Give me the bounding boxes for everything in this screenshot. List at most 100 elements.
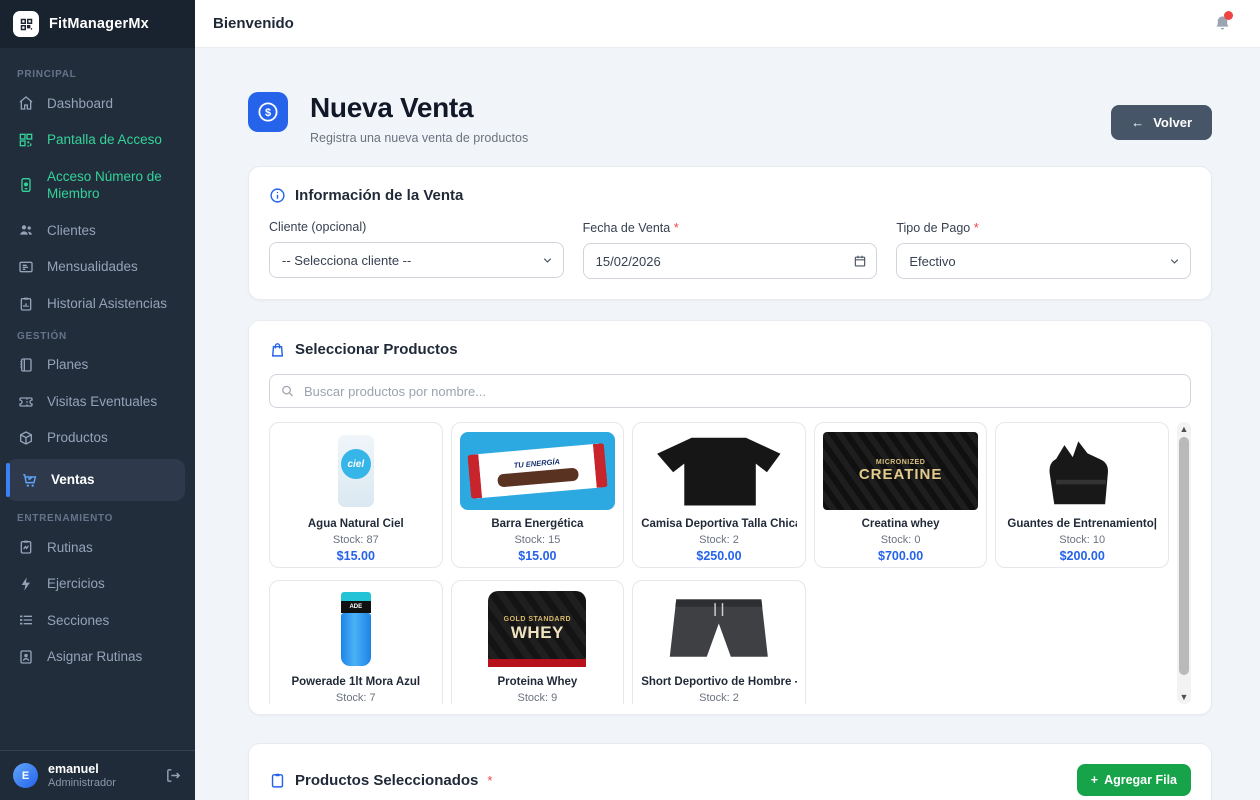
search-input[interactable] <box>269 374 1191 408</box>
product-stock: Stock: 9 <box>460 692 616 704</box>
sidebar-item-planes[interactable]: Planes <box>0 347 195 384</box>
clipboard-chart-icon <box>17 296 34 312</box>
sale-info-card: Información de la Venta Cliente (opciona… <box>248 166 1212 300</box>
plus-icon: + <box>1091 773 1098 787</box>
sidebar-item-label: Visitas Eventuales <box>47 393 157 411</box>
info-icon <box>269 187 286 204</box>
back-button[interactable]: ← Volver <box>1111 105 1212 140</box>
product-stock: Stock: 2 <box>641 692 797 704</box>
product-card-barra-energetica[interactable]: TU ENERGÍA Barra Energética Stock: 15 $1… <box>451 422 625 568</box>
sidebar-item-visitas-eventuales[interactable]: Visitas Eventuales <box>0 383 195 420</box>
sidebar-item-pantalla-de-acceso[interactable]: Pantalla de Acceso <box>0 122 195 159</box>
topbar: Bienvenido <box>195 0 1260 48</box>
sidebar-item-label: Clientes <box>47 222 96 240</box>
product-card-guantes-entrenamiento[interactable]: Guantes de Entrenamiento| Stock: 10 $200… <box>995 422 1169 568</box>
client-label: Cliente (opcional) <box>269 220 564 234</box>
cart-icon <box>21 472 38 489</box>
scrollbar-up-arrow[interactable]: ▲ <box>1177 422 1191 436</box>
products-grid: ciel Agua Natural Ciel Stock: 87 $15.00 … <box>269 422 1169 704</box>
product-stock: Stock: 0 <box>823 534 979 546</box>
product-name: Camisa Deportiva Talla Chica Homb... <box>641 518 797 530</box>
user-meta: emanuel Administrador <box>48 762 116 789</box>
product-image: ciel <box>278 432 434 510</box>
product-card-agua-natural-ciel[interactable]: ciel Agua Natural Ciel Stock: 87 $15.00 <box>269 422 443 568</box>
person-badge-icon <box>17 649 34 665</box>
product-stock: Stock: 87 <box>278 534 434 546</box>
page-header: $ Nueva Venta Registra una nueva venta d… <box>248 92 1212 145</box>
product-image: TU ENERGÍA <box>460 432 616 510</box>
member-device-icon <box>17 177 34 193</box>
product-price: $200.00 <box>1004 549 1160 563</box>
sidebar-item-asignar-rutinas[interactable]: Asignar Rutinas <box>0 639 195 676</box>
page-subtitle: Registra una nueva venta de productos <box>310 131 528 145</box>
sale-info-header: Información de la Venta <box>269 187 1191 204</box>
selected-products-header: Productos Seleccionados * + Agregar Fila <box>269 764 1191 796</box>
user-name: emanuel <box>48 762 116 776</box>
sidebar-item-historial-asistencias[interactable]: Historial Asistencias <box>0 285 195 322</box>
user-role: Administrador <box>48 777 116 789</box>
scrollbar-down-arrow[interactable]: ▼ <box>1177 690 1191 704</box>
sidebar-item-label: Ejercicios <box>47 575 105 593</box>
sidebar-item-productos[interactable]: Productos <box>0 420 195 457</box>
nav-section-principal: PRINCIPAL <box>0 60 195 85</box>
sidebar: FitManagerMx PRINCIPAL Dashboard Pantall… <box>0 0 195 800</box>
product-name: Powerade 1lt Mora Azul <box>278 676 434 688</box>
product-search <box>269 374 1191 408</box>
sidebar-item-label: Rutinas <box>47 539 93 557</box>
client-field: Cliente (opcional) -- Selecciona cliente… <box>269 220 564 279</box>
product-card-camisa-deportiva[interactable]: Camisa Deportiva Talla Chica Homb... Sto… <box>632 422 806 568</box>
scrollbar-thumb[interactable] <box>1179 437 1189 675</box>
sidebar-item-acceso-numero-miembro[interactable]: Acceso Número de Miembro <box>0 158 195 212</box>
product-picker-title: Seleccionar Productos <box>295 341 458 358</box>
payment-select[interactable]: Efectivo <box>896 243 1191 279</box>
nav-section-entrenamiento: ENTRENAMIENTO <box>0 504 195 529</box>
product-stock: Stock: 15 <box>460 534 616 546</box>
page-title-block: Nueva Venta Registra una nueva venta de … <box>310 92 528 145</box>
notebook-icon <box>17 357 34 373</box>
date-input[interactable] <box>583 243 878 279</box>
products-scrollbar[interactable]: ▲ ▼ <box>1177 422 1191 704</box>
avatar: E <box>13 763 38 788</box>
product-card-creatina-whey[interactable]: MICRONIZED CREATINE Creatina whey Stock:… <box>814 422 988 568</box>
add-row-button[interactable]: + Agregar Fila <box>1077 764 1191 796</box>
product-card-short-deportivo[interactable]: Short Deportivo de Hombre - Talla ... St… <box>632 580 806 704</box>
arrow-left-icon: ← <box>1131 115 1144 130</box>
app-root: FitManagerMx PRINCIPAL Dashboard Pantall… <box>0 0 1260 800</box>
page-title: Nueva Venta <box>310 92 528 124</box>
logout-icon[interactable] <box>165 767 182 784</box>
sidebar-item-label: Productos <box>47 429 108 447</box>
sidebar-item-rutinas[interactable]: Rutinas <box>0 529 195 566</box>
product-name: Creatina whey <box>823 518 979 530</box>
list-icon <box>17 612 34 628</box>
product-stock: Stock: 10 <box>1004 534 1160 546</box>
search-icon <box>280 384 295 399</box>
sidebar-item-ejercicios[interactable]: Ejercicios <box>0 566 195 603</box>
product-image <box>1004 432 1160 510</box>
sale-info-form: Cliente (opcional) -- Selecciona cliente… <box>269 220 1191 279</box>
product-image: MICRONIZED CREATINE <box>823 432 979 510</box>
client-select[interactable]: -- Selecciona cliente -- <box>269 242 564 278</box>
home-icon <box>17 95 34 111</box>
product-card-powerade[interactable]: ADE Powerade 1lt Mora Azul Stock: 7 $35.… <box>269 580 443 704</box>
sidebar-nav: PRINCIPAL Dashboard Pantalla de Acceso A… <box>0 48 195 750</box>
notification-bell-icon[interactable] <box>1213 14 1232 33</box>
product-price: $700.00 <box>823 549 979 563</box>
qr-code-icon <box>17 132 34 148</box>
product-name: Proteina Whey <box>460 676 616 688</box>
required-mark: * <box>487 773 492 788</box>
product-price: $15.00 <box>278 549 434 563</box>
sidebar-item-dashboard[interactable]: Dashboard <box>0 85 195 122</box>
sidebar-item-ventas[interactable]: Ventas <box>6 459 185 501</box>
sidebar-item-label: Acceso Número de Miembro <box>47 168 178 203</box>
sidebar-item-clientes[interactable]: Clientes <box>0 212 195 249</box>
shopping-bag-icon <box>269 341 286 358</box>
sidebar-item-secciones[interactable]: Secciones <box>0 602 195 639</box>
required-mark: * <box>674 220 679 235</box>
date-label: Fecha de Venta * <box>583 220 878 235</box>
product-card-proteina-whey[interactable]: GOLD STANDARD WHEY Proteina Whey Stock: … <box>451 580 625 704</box>
product-stock: Stock: 2 <box>641 534 797 546</box>
product-name: Agua Natural Ciel <box>278 518 434 530</box>
sidebar-item-mensualidades[interactable]: Mensualidades <box>0 249 195 286</box>
required-mark: * <box>974 220 979 235</box>
product-name: Short Deportivo de Hombre - Talla ... <box>641 676 797 688</box>
